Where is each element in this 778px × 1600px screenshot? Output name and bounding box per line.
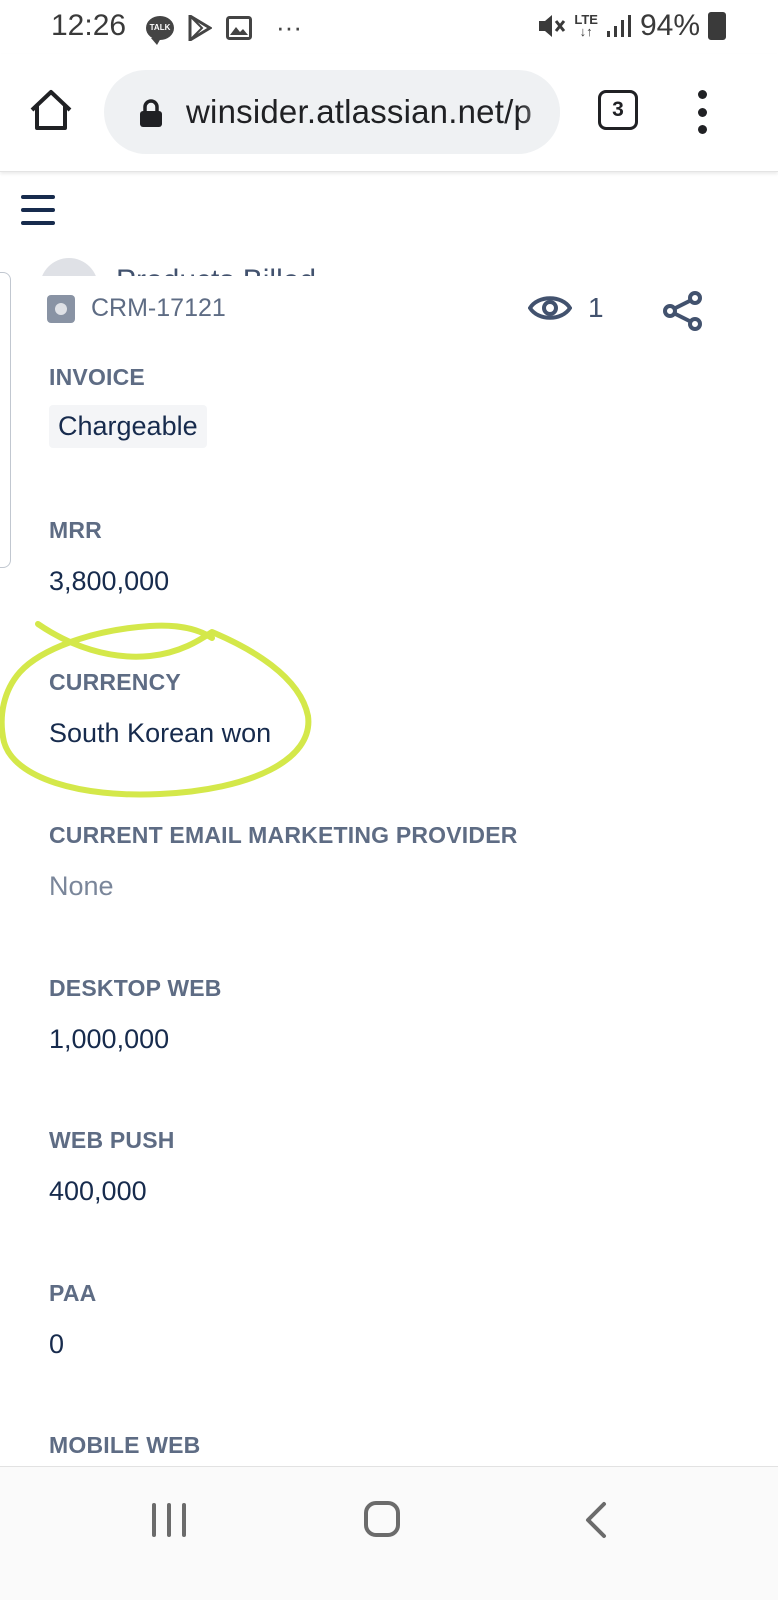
avatar xyxy=(40,258,98,276)
home-icon[interactable] xyxy=(28,88,74,132)
field-label: DESKTOP WEB xyxy=(49,975,222,1001)
field-value[interactable]: 3,800,000 xyxy=(49,566,169,597)
lock-icon xyxy=(140,99,162,127)
obscured-list-item: Products Billed xyxy=(40,256,400,276)
field-value[interactable]: None xyxy=(49,871,518,902)
field-label: CURRENCY xyxy=(49,669,181,695)
back-icon[interactable] xyxy=(582,1501,612,1539)
home-button-icon[interactable] xyxy=(364,1501,400,1537)
field-desktop-web: DESKTOP WEB 1,000,000 xyxy=(49,975,222,1055)
status-time: 12:26 xyxy=(51,9,127,42)
field-label: PAA xyxy=(49,1280,97,1306)
gallery-icon xyxy=(226,15,252,40)
field-web-push: WEB PUSH 400,000 xyxy=(49,1127,175,1207)
watch-count: 1 xyxy=(588,292,604,323)
battery-percent: 94% xyxy=(639,9,700,42)
mute-icon xyxy=(539,15,566,37)
system-navigation-bar xyxy=(0,1466,778,1600)
field-label: WEB PUSH xyxy=(49,1127,175,1153)
network-type: LTE ↓↑ xyxy=(574,12,598,39)
battery-icon xyxy=(708,12,726,40)
notification-icons: TALK ··· xyxy=(146,12,302,45)
eye-icon xyxy=(528,296,572,320)
browser-toolbar: winsider.atlassian.net/p 3 xyxy=(0,54,778,172)
signal-icon xyxy=(606,15,631,37)
browser-menu-icon[interactable] xyxy=(692,90,712,134)
field-value[interactable]: 1,000,000 xyxy=(49,1024,222,1055)
field-value[interactable]: 400,000 xyxy=(49,1176,175,1207)
status-bar: 12:26 TALK ··· LTE ↓↑ 94% xyxy=(0,0,778,54)
obscured-item-label: Products Billed xyxy=(116,264,316,276)
field-email-provider: CURRENT EMAIL MARKETING PROVIDER None xyxy=(49,822,518,902)
issue-key[interactable]: CRM-17121 xyxy=(91,294,226,323)
field-value[interactable]: South Korean won xyxy=(49,718,271,749)
hamburger-menu-icon[interactable] xyxy=(21,195,55,225)
field-label: MRR xyxy=(49,517,102,543)
field-currency: CURRENCY South Korean won xyxy=(49,669,271,749)
issue-key-row[interactable]: CRM-17121 xyxy=(47,294,226,323)
play-store-icon xyxy=(188,14,212,41)
kakaotalk-icon: TALK xyxy=(146,15,174,45)
field-value-tag[interactable]: Chargeable xyxy=(49,405,207,448)
recent-apps-icon[interactable] xyxy=(152,1503,186,1537)
issue-type-icon xyxy=(47,294,75,323)
side-card-edge xyxy=(0,272,11,568)
field-label: CURRENT EMAIL MARKETING PROVIDER xyxy=(49,822,518,848)
url-fade xyxy=(520,70,560,154)
more-notifications: ··· xyxy=(276,12,302,42)
address-bar[interactable]: winsider.atlassian.net/p xyxy=(104,70,560,154)
field-paa: PAA 0 xyxy=(49,1280,96,1360)
field-mobile-web: MOBILE WEB xyxy=(49,1432,201,1459)
field-value[interactable]: 0 xyxy=(49,1329,96,1360)
tab-switcher-button[interactable]: 3 xyxy=(598,90,638,130)
watchers-button[interactable]: 1 xyxy=(528,292,604,324)
field-label: MOBILE WEB xyxy=(49,1432,201,1458)
url-text: winsider.atlassian.net/p xyxy=(186,93,532,130)
field-label: INVOICE xyxy=(49,364,145,390)
system-icons: LTE ↓↑ 94% xyxy=(536,9,726,43)
field-mrr: MRR 3,800,000 xyxy=(49,517,169,597)
field-invoice: INVOICE Chargeable xyxy=(49,364,207,448)
share-icon[interactable] xyxy=(662,290,704,332)
